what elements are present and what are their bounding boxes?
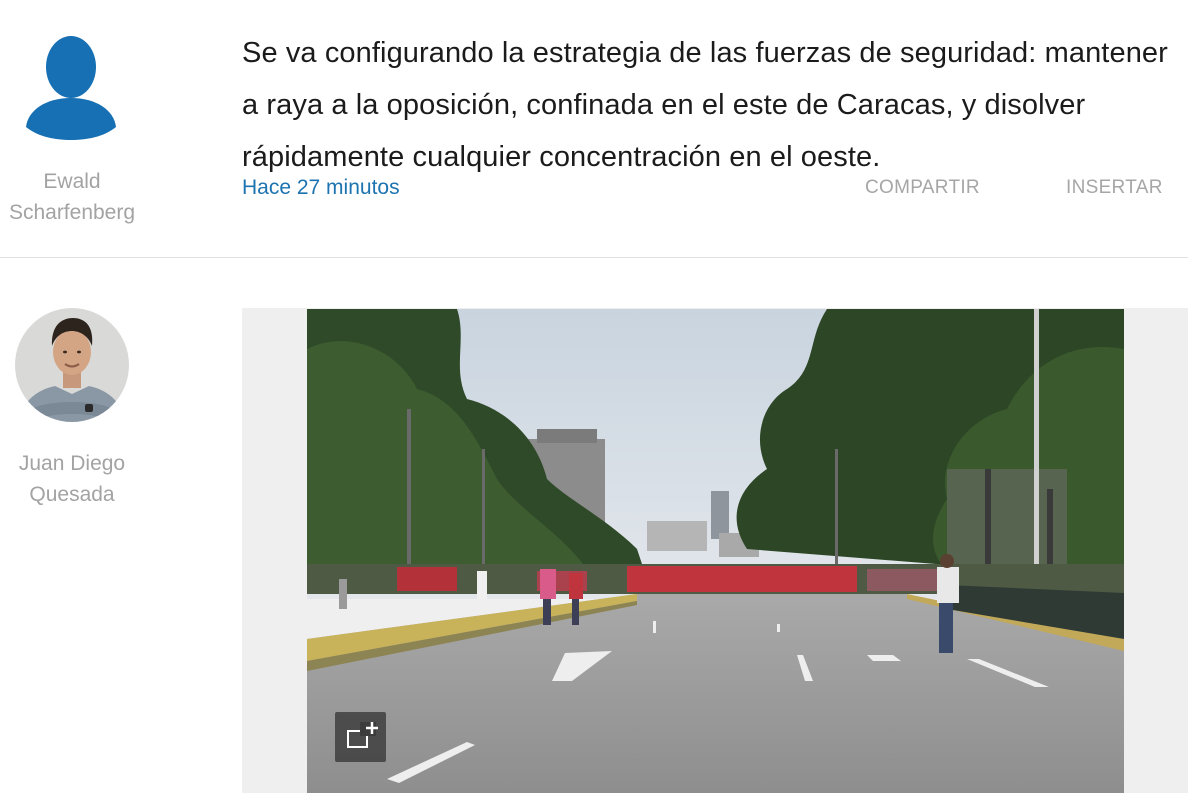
live-blog-feed: Ewald Scharfenberg Se va configurando la… xyxy=(0,0,1200,793)
blog-entry: Ewald Scharfenberg Se va configurando la… xyxy=(0,0,1200,258)
post-text: Se va configurando la estrategia de las … xyxy=(242,37,1168,173)
author-avatar-photo[interactable] xyxy=(15,308,129,422)
author-name-line1: Juan Diego xyxy=(18,452,126,475)
author-name-line2: Quesada xyxy=(29,483,115,506)
entry-divider xyxy=(0,257,1188,258)
author-avatar[interactable] xyxy=(24,32,120,142)
post-timestamp-link[interactable]: Hace 27 minutos xyxy=(242,176,400,200)
share-button[interactable]: COMPARTIR xyxy=(865,177,980,199)
author-name[interactable]: Juan Diego Quesada xyxy=(0,448,144,510)
embed-button[interactable]: INSERTAR xyxy=(1066,177,1163,199)
street-protest-photo[interactable] xyxy=(307,309,1124,793)
expand-media-button[interactable] xyxy=(335,712,386,762)
author-name-line2: Scharfenberg xyxy=(8,201,136,224)
author-name[interactable]: Ewald Scharfenberg xyxy=(0,166,144,228)
author-photo xyxy=(15,308,129,422)
photo-image xyxy=(307,309,1124,793)
person-silhouette-icon xyxy=(26,36,116,140)
expand-add-icon xyxy=(347,722,378,748)
author-name-line1: Ewald xyxy=(43,170,101,193)
